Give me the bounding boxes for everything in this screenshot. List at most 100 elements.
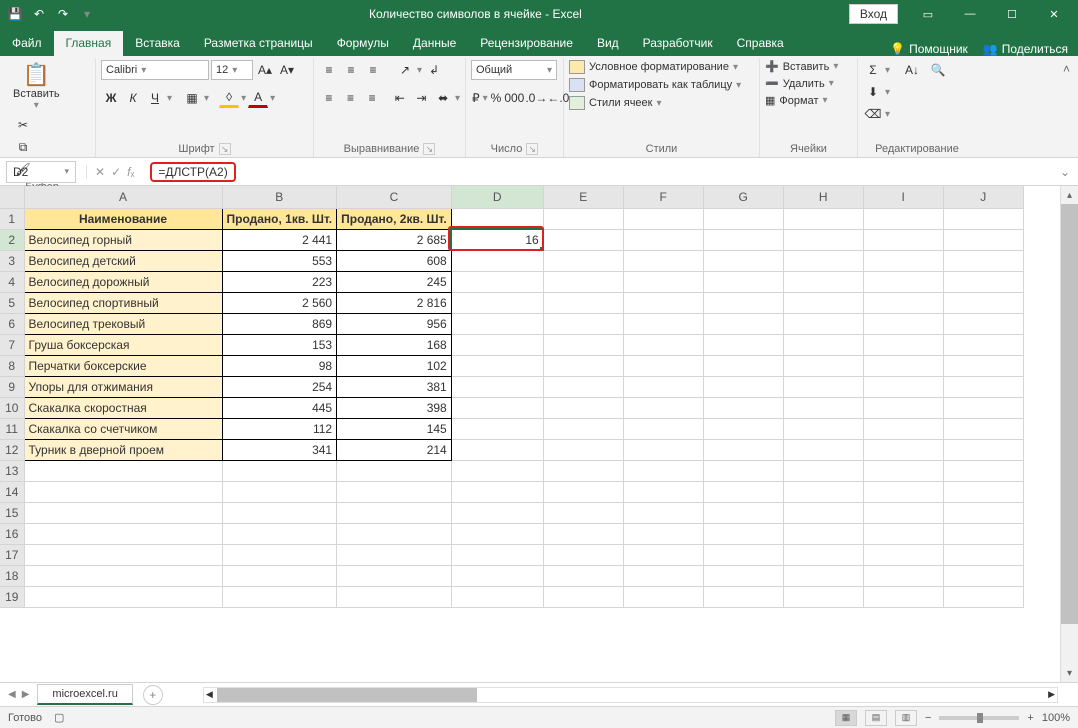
- macro-record-icon[interactable]: ▢: [54, 711, 64, 724]
- cell[interactable]: [703, 565, 783, 586]
- cell[interactable]: [703, 313, 783, 334]
- col-header-D[interactable]: D: [451, 186, 543, 208]
- cell[interactable]: [543, 208, 623, 229]
- page-layout-view-icon[interactable]: ▤: [865, 710, 887, 726]
- cell[interactable]: [863, 208, 943, 229]
- cell-q2[interactable]: 2 816: [337, 292, 452, 313]
- sort-filter-icon[interactable]: A↓: [900, 60, 924, 80]
- cell-q2[interactable]: 168: [337, 334, 452, 355]
- format-as-table[interactable]: Форматировать как таблицу▾: [569, 78, 754, 92]
- header-q2[interactable]: Продано, 2кв. Шт.: [337, 208, 452, 229]
- zoom-level[interactable]: 100%: [1042, 712, 1070, 724]
- cell[interactable]: [543, 523, 623, 544]
- cell[interactable]: [543, 439, 623, 460]
- cell[interactable]: [703, 292, 783, 313]
- close-button[interactable]: ✕: [1034, 0, 1074, 28]
- scroll-thumb-h[interactable]: [217, 688, 477, 702]
- cell[interactable]: [451, 313, 543, 334]
- cell[interactable]: [623, 397, 703, 418]
- cell[interactable]: [863, 481, 943, 502]
- cell-name[interactable]: Турник в дверной проем: [24, 439, 222, 460]
- cell[interactable]: [863, 376, 943, 397]
- cell[interactable]: [623, 313, 703, 334]
- cell[interactable]: [451, 481, 543, 502]
- qat-customize-icon[interactable]: ▾: [78, 5, 96, 23]
- cell[interactable]: [222, 544, 337, 565]
- col-header-H[interactable]: H: [783, 186, 863, 208]
- cell-q2[interactable]: 145: [337, 418, 452, 439]
- italic-button[interactable]: К: [123, 88, 143, 108]
- cell[interactable]: [24, 586, 222, 607]
- clear-icon[interactable]: ⌫: [863, 104, 883, 124]
- cell[interactable]: [451, 271, 543, 292]
- cell[interactable]: [451, 208, 543, 229]
- row-header-15[interactable]: 15: [0, 502, 24, 523]
- cell-name[interactable]: Упоры для отжимания: [24, 376, 222, 397]
- col-header-B[interactable]: B: [222, 186, 337, 208]
- col-header-J[interactable]: J: [943, 186, 1023, 208]
- cell[interactable]: [783, 586, 863, 607]
- row-header-18[interactable]: 18: [0, 565, 24, 586]
- align-right-icon[interactable]: ≡: [362, 88, 382, 108]
- tab-layout[interactable]: Разметка страницы: [192, 31, 325, 56]
- row-header-7[interactable]: 7: [0, 334, 24, 355]
- cell[interactable]: [337, 481, 452, 502]
- cell[interactable]: [783, 271, 863, 292]
- cell[interactable]: [783, 208, 863, 229]
- cell[interactable]: [24, 565, 222, 586]
- row-header-16[interactable]: 16: [0, 523, 24, 544]
- cell[interactable]: [943, 292, 1023, 313]
- cell[interactable]: [337, 460, 452, 481]
- row-header-4[interactable]: 4: [0, 271, 24, 292]
- cell[interactable]: [863, 271, 943, 292]
- cell[interactable]: [863, 250, 943, 271]
- cell[interactable]: [703, 418, 783, 439]
- share-button[interactable]: 👥Поделиться: [983, 42, 1068, 56]
- horizontal-scrollbar[interactable]: ◀▶: [203, 687, 1058, 703]
- row-header-12[interactable]: 12: [0, 439, 24, 460]
- page-break-view-icon[interactable]: ▥: [895, 710, 917, 726]
- cell[interactable]: [703, 355, 783, 376]
- cell[interactable]: [863, 460, 943, 481]
- cell[interactable]: [863, 418, 943, 439]
- collapse-ribbon-icon[interactable]: ˄: [1055, 58, 1078, 157]
- font-color-button[interactable]: A: [248, 88, 268, 108]
- cell[interactable]: [543, 586, 623, 607]
- save-icon[interactable]: 💾: [6, 5, 24, 23]
- cell[interactable]: [943, 208, 1023, 229]
- cell[interactable]: [783, 544, 863, 565]
- cell[interactable]: [783, 565, 863, 586]
- cell[interactable]: [543, 313, 623, 334]
- minimize-button[interactable]: —: [950, 0, 990, 28]
- sheet-nav-next-icon[interactable]: ▶: [22, 689, 30, 700]
- new-sheet-button[interactable]: +: [143, 685, 163, 705]
- col-header-I[interactable]: I: [863, 186, 943, 208]
- cell[interactable]: [943, 397, 1023, 418]
- cell[interactable]: [943, 313, 1023, 334]
- cell-styles[interactable]: Стили ячеек▾: [569, 96, 754, 110]
- cell[interactable]: [783, 292, 863, 313]
- insert-cells[interactable]: ➕Вставить▾: [765, 60, 852, 73]
- cell[interactable]: [222, 460, 337, 481]
- cell[interactable]: [222, 502, 337, 523]
- cell-q1[interactable]: 341: [222, 439, 337, 460]
- currency-icon[interactable]: ₽: [471, 88, 481, 108]
- cell[interactable]: [543, 460, 623, 481]
- row-header-14[interactable]: 14: [0, 481, 24, 502]
- cell[interactable]: [543, 397, 623, 418]
- cell[interactable]: [703, 481, 783, 502]
- cell[interactable]: [623, 376, 703, 397]
- cell[interactable]: [703, 250, 783, 271]
- cell-q1[interactable]: 2 441: [222, 229, 337, 250]
- cut-icon[interactable]: ✂: [13, 115, 33, 135]
- cell[interactable]: [451, 502, 543, 523]
- cell[interactable]: [783, 250, 863, 271]
- cell[interactable]: [623, 544, 703, 565]
- cell[interactable]: [783, 334, 863, 355]
- cell[interactable]: [943, 565, 1023, 586]
- cell[interactable]: [623, 586, 703, 607]
- cell[interactable]: [703, 376, 783, 397]
- tab-developer[interactable]: Разработчик: [631, 31, 725, 56]
- scroll-thumb-v[interactable]: [1061, 204, 1078, 624]
- signin-button[interactable]: Вход: [849, 4, 898, 24]
